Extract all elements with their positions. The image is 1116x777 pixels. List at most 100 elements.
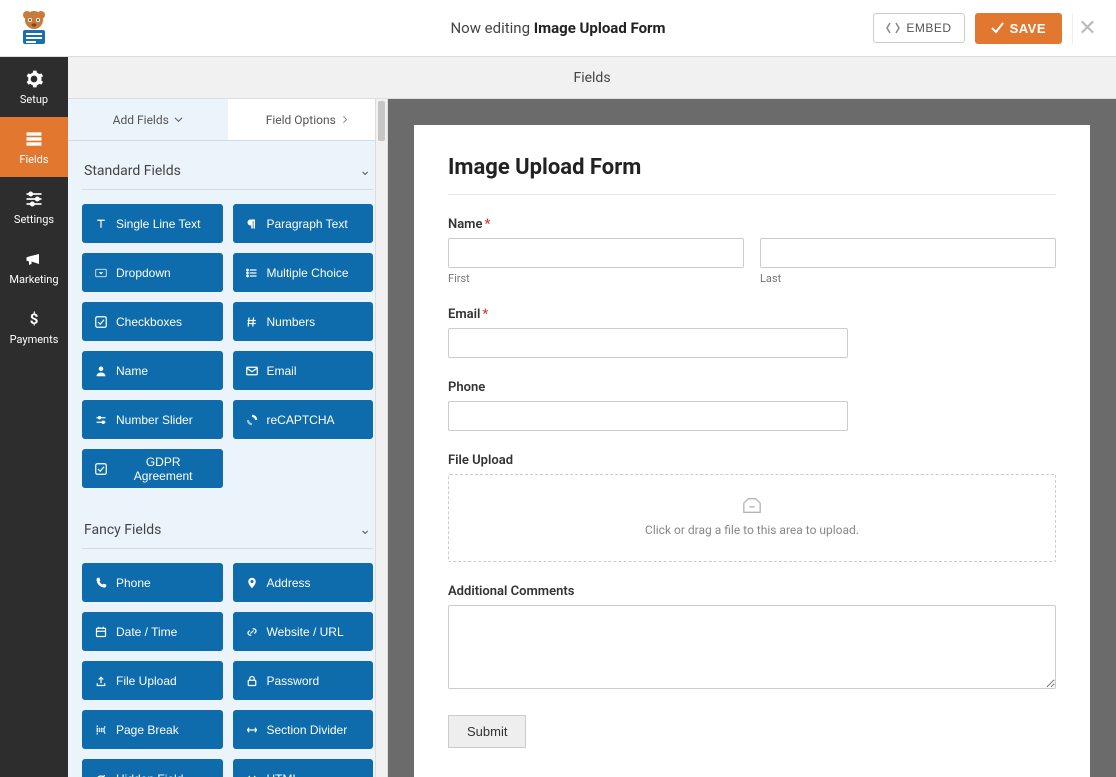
upload-icon [741, 495, 763, 515]
field-address[interactable]: Address [233, 563, 374, 602]
scroll-thumb[interactable] [378, 101, 385, 141]
nav-fields[interactable]: Fields [0, 117, 68, 177]
field-name[interactable]: Name [82, 351, 223, 390]
paragraph-icon [245, 218, 259, 230]
dropzone[interactable]: Click or drag a file to this area to upl… [448, 474, 1056, 562]
code-icon [886, 22, 900, 34]
name-label: Name* [448, 217, 1056, 232]
chevron-down-icon [174, 115, 183, 124]
form-icon [24, 129, 44, 149]
nav-payments[interactable]: $ Payments [0, 297, 68, 357]
sliders-icon [24, 189, 44, 209]
first-sublabel: First [448, 272, 744, 285]
scrollbar[interactable] [375, 99, 387, 777]
field-gdpr-agreement[interactable]: GDPR Agreement [82, 449, 223, 488]
field-multiple-choice[interactable]: Multiple Choice [233, 253, 374, 292]
mail-icon [245, 365, 259, 377]
upload-icon [94, 675, 108, 687]
dollar-icon: $ [24, 309, 44, 329]
field-phone[interactable]: Phone [448, 380, 1056, 431]
editing-prefix: Now editing [450, 19, 533, 37]
check-icon [94, 316, 108, 328]
nav-marketing[interactable]: Marketing [0, 237, 68, 297]
field-page-break[interactable]: Page Break [82, 710, 223, 749]
pin-icon [245, 577, 259, 589]
field-checkboxes[interactable]: Checkboxes [82, 302, 223, 341]
field-hidden-field[interactable]: Hidden Field [82, 759, 223, 777]
field-number-slider[interactable]: Number Slider [82, 400, 223, 439]
text-icon [94, 218, 108, 230]
eyeoff-icon [94, 773, 108, 777]
embed-button[interactable]: EMBED [873, 13, 964, 43]
field-phone[interactable]: Phone [82, 563, 223, 602]
form-preview-area: Image Upload Form Name* First Last [388, 99, 1116, 777]
chevron-right-icon [341, 115, 349, 124]
form-canvas[interactable]: Image Upload Form Name* First Last [414, 125, 1090, 777]
gear-icon [24, 69, 44, 89]
link-icon [245, 626, 259, 638]
email-input[interactable] [448, 328, 848, 358]
field-recaptcha[interactable]: reCAPTCHA [233, 400, 374, 439]
submit-button[interactable]: Submit [448, 715, 526, 748]
check-icon [94, 463, 108, 475]
nav-settings[interactable]: Settings [0, 177, 68, 237]
save-button[interactable]: SAVE [975, 13, 1062, 44]
field-password[interactable]: Password [233, 661, 374, 700]
field-single-line-text[interactable]: Single Line Text [82, 204, 223, 243]
tab-add-fields[interactable]: Add Fields [68, 99, 228, 140]
phone-icon [94, 577, 108, 589]
field-file-upload[interactable]: File Upload Click or drag a file to this… [448, 453, 1056, 562]
field-website-url[interactable]: Website / URL [233, 612, 374, 651]
last-name-input[interactable] [760, 238, 1056, 268]
sliders-icon [94, 414, 108, 426]
email-label: Email* [448, 307, 1056, 322]
comments-textarea[interactable] [448, 605, 1056, 689]
left-nav: Setup Fields Settings Marketing $ Paymen… [0, 57, 68, 777]
close-button[interactable]: ✕ [1072, 13, 1102, 44]
field-email[interactable]: Email [233, 351, 374, 390]
megaphone-icon [24, 249, 44, 269]
nav-setup[interactable]: Setup [0, 57, 68, 117]
wpforms-mascot [12, 6, 56, 50]
chevron-down-icon: ⌄ [359, 163, 371, 179]
dropzone-text: Click or drag a file to this area to upl… [459, 523, 1045, 537]
field-html[interactable]: HTML [233, 759, 374, 777]
fancy-fields-header[interactable]: Fancy Fields ⌄ [82, 506, 373, 549]
field-name[interactable]: Name* First Last [448, 217, 1056, 285]
comments-label: Additional Comments [448, 584, 1056, 599]
tab-field-options[interactable]: Field Options [228, 99, 388, 140]
caret-icon [94, 267, 108, 279]
fields-tabs: Add Fields Field Options [68, 99, 387, 141]
calendar-icon [94, 626, 108, 638]
preview-form-title: Image Upload Form [448, 155, 1056, 195]
code-icon [245, 773, 259, 777]
fields-header: Fields [68, 57, 1116, 99]
fields-panel: Add Fields Field Options Standard Fields… [68, 99, 388, 777]
user-icon [94, 365, 108, 377]
check-icon [991, 22, 1004, 34]
field-dropdown[interactable]: Dropdown [82, 253, 223, 292]
pagebreak-icon [94, 724, 108, 736]
field-date-time[interactable]: Date / Time [82, 612, 223, 651]
divider-icon [245, 724, 259, 736]
list-icon [245, 267, 259, 279]
phone-label: Phone [448, 380, 1056, 395]
field-numbers[interactable]: Numbers [233, 302, 374, 341]
field-file-upload[interactable]: File Upload [82, 661, 223, 700]
field-email[interactable]: Email* [448, 307, 1056, 358]
field-comments[interactable]: Additional Comments [448, 584, 1056, 693]
field-paragraph-text[interactable]: Paragraph Text [233, 204, 374, 243]
field-section-divider[interactable]: Section Divider [233, 710, 374, 749]
chevron-down-icon: ⌄ [359, 522, 371, 538]
first-name-input[interactable] [448, 238, 744, 268]
file-label: File Upload [448, 453, 1056, 468]
recaptcha-icon [245, 414, 259, 426]
hash-icon [245, 316, 259, 328]
lock-icon [245, 675, 259, 687]
form-name: Image Upload Form [534, 19, 666, 37]
svg-text:$: $ [30, 310, 39, 328]
last-sublabel: Last [760, 272, 1056, 285]
standard-fields-header[interactable]: Standard Fields ⌄ [82, 147, 373, 190]
phone-input[interactable] [448, 401, 848, 431]
save-label: SAVE [1010, 21, 1046, 36]
